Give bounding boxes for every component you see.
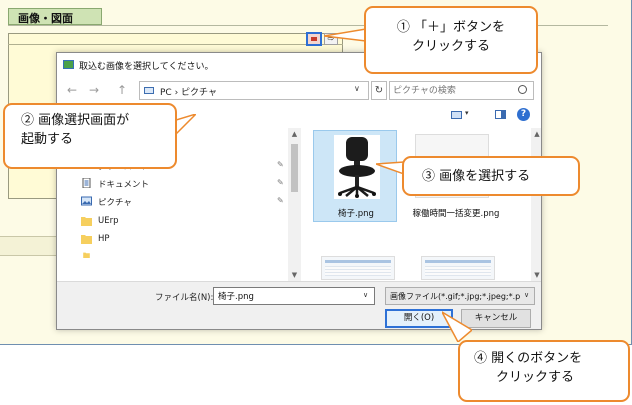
- file-item-selected[interactable]: 椅子.png: [313, 130, 397, 222]
- search-box[interactable]: [389, 81, 534, 100]
- view-icon: [451, 111, 462, 119]
- chevron-down-icon[interactable]: ∨: [524, 291, 529, 299]
- callout-text: 起動する: [21, 132, 74, 147]
- picture-icon: [63, 60, 74, 69]
- caret-down-icon: ▾: [465, 109, 469, 117]
- scroll-up-icon[interactable]: ▲: [288, 128, 301, 140]
- callout-step-3: ③ 画像を選択する: [402, 156, 580, 196]
- folder-icon: [81, 235, 92, 244]
- forward-arrow-icon[interactable]: →: [87, 82, 101, 98]
- pc-icon: [144, 87, 154, 94]
- callout-pointer: [442, 311, 472, 342]
- folder-icon: [83, 252, 90, 258]
- address-path[interactable]: PC › ピクチャ: [160, 85, 217, 98]
- sidebar-item-label: UErp: [98, 216, 119, 226]
- file-list-scrollbar[interactable]: ▲ ▼: [531, 128, 541, 281]
- file-item-partial[interactable]: [321, 256, 395, 280]
- add-image-button[interactable]: [306, 32, 322, 46]
- sidebar-item-label: ドキュメント: [98, 180, 150, 190]
- view-menu-button[interactable]: ▾: [451, 109, 473, 121]
- dialog-title: 取込む画像を選択してください。: [79, 62, 214, 72]
- up-arrow-icon[interactable]: ↑: [115, 82, 129, 98]
- callout-text: ② 画像選択画面が: [21, 113, 130, 128]
- navigation-bar: ← → ↑ PC › ピクチャ ∨ ↻: [57, 79, 541, 103]
- scroll-up-icon[interactable]: ▲: [531, 128, 541, 140]
- callout-step-4: ④ 開くのボタンを クリックする: [458, 340, 630, 402]
- sidebar-scrollbar[interactable]: ▲ ▼: [288, 128, 301, 281]
- file-name: 稼働時間一括変更.png: [412, 209, 500, 219]
- callout-text: クリックする: [496, 370, 575, 385]
- callout-pointer: [176, 114, 196, 136]
- pin-icon: ✎: [277, 160, 284, 169]
- chevron-down-icon[interactable]: ∨: [363, 291, 368, 299]
- sidebar-item-label: HP: [98, 234, 110, 244]
- file-name: 椅子.png: [338, 209, 374, 219]
- pin-icon: ✎: [277, 178, 284, 187]
- file-item-partial[interactable]: [421, 256, 495, 280]
- help-icon[interactable]: ?: [517, 108, 530, 121]
- callout-text: ④ 開くのボタンを: [474, 351, 583, 366]
- preview-pane-button[interactable]: [495, 110, 506, 119]
- callout-pointer: [376, 161, 404, 175]
- callout-text: クリックする: [411, 39, 490, 54]
- sidebar-item-label: ピクチャ: [98, 198, 132, 208]
- back-arrow-icon[interactable]: ←: [65, 82, 79, 98]
- document-icon: [82, 178, 91, 188]
- section-tab-image-drawing[interactable]: 画像・図面: [8, 8, 102, 25]
- callout-text: ① 「＋」ボタンを: [396, 20, 506, 35]
- callout-text: ③ 画像を選択する: [422, 169, 531, 184]
- lower-band: [0, 236, 56, 256]
- refresh-button[interactable]: ↻: [371, 81, 387, 100]
- folder-icon: [81, 217, 92, 226]
- file-list: 椅子.png 稼働時間一括変更.png: [303, 128, 541, 281]
- search-input[interactable]: [393, 84, 513, 97]
- filename-label: ファイル名(N):: [155, 293, 214, 303]
- scroll-down-icon[interactable]: ▼: [531, 269, 541, 281]
- chair-image: [334, 135, 380, 199]
- sidebar-item-partial[interactable]: [79, 250, 289, 258]
- filename-field[interactable]: [213, 287, 375, 305]
- sidebar-item-documents[interactable]: ドキュメント ✎: [79, 176, 289, 193]
- callout-step-2: ② 画像選択画面が 起動する: [3, 103, 177, 169]
- pictures-icon: [81, 196, 92, 206]
- address-bar[interactable]: PC › ピクチャ ∨: [139, 81, 369, 100]
- sidebar-item-hp[interactable]: HP: [79, 232, 289, 249]
- callout-step-1: ① 「＋」ボタンを クリックする: [364, 6, 538, 74]
- sidebar-item-uerp[interactable]: UErp: [79, 214, 289, 231]
- scroll-down-icon[interactable]: ▼: [288, 269, 301, 281]
- callout-pointer: [324, 28, 366, 42]
- search-icon: [518, 85, 527, 94]
- chevron-down-icon[interactable]: ∨: [354, 84, 360, 93]
- scroll-thumb[interactable]: [291, 144, 298, 192]
- pin-icon: ✎: [277, 196, 284, 205]
- image-area-header: [8, 33, 343, 45]
- sidebar-item-pictures[interactable]: ピクチャ ✎: [79, 194, 289, 211]
- filetype-select[interactable]: 画像ファイル(*.gif;*.jpg;*.jpeg;*.p: [385, 287, 535, 305]
